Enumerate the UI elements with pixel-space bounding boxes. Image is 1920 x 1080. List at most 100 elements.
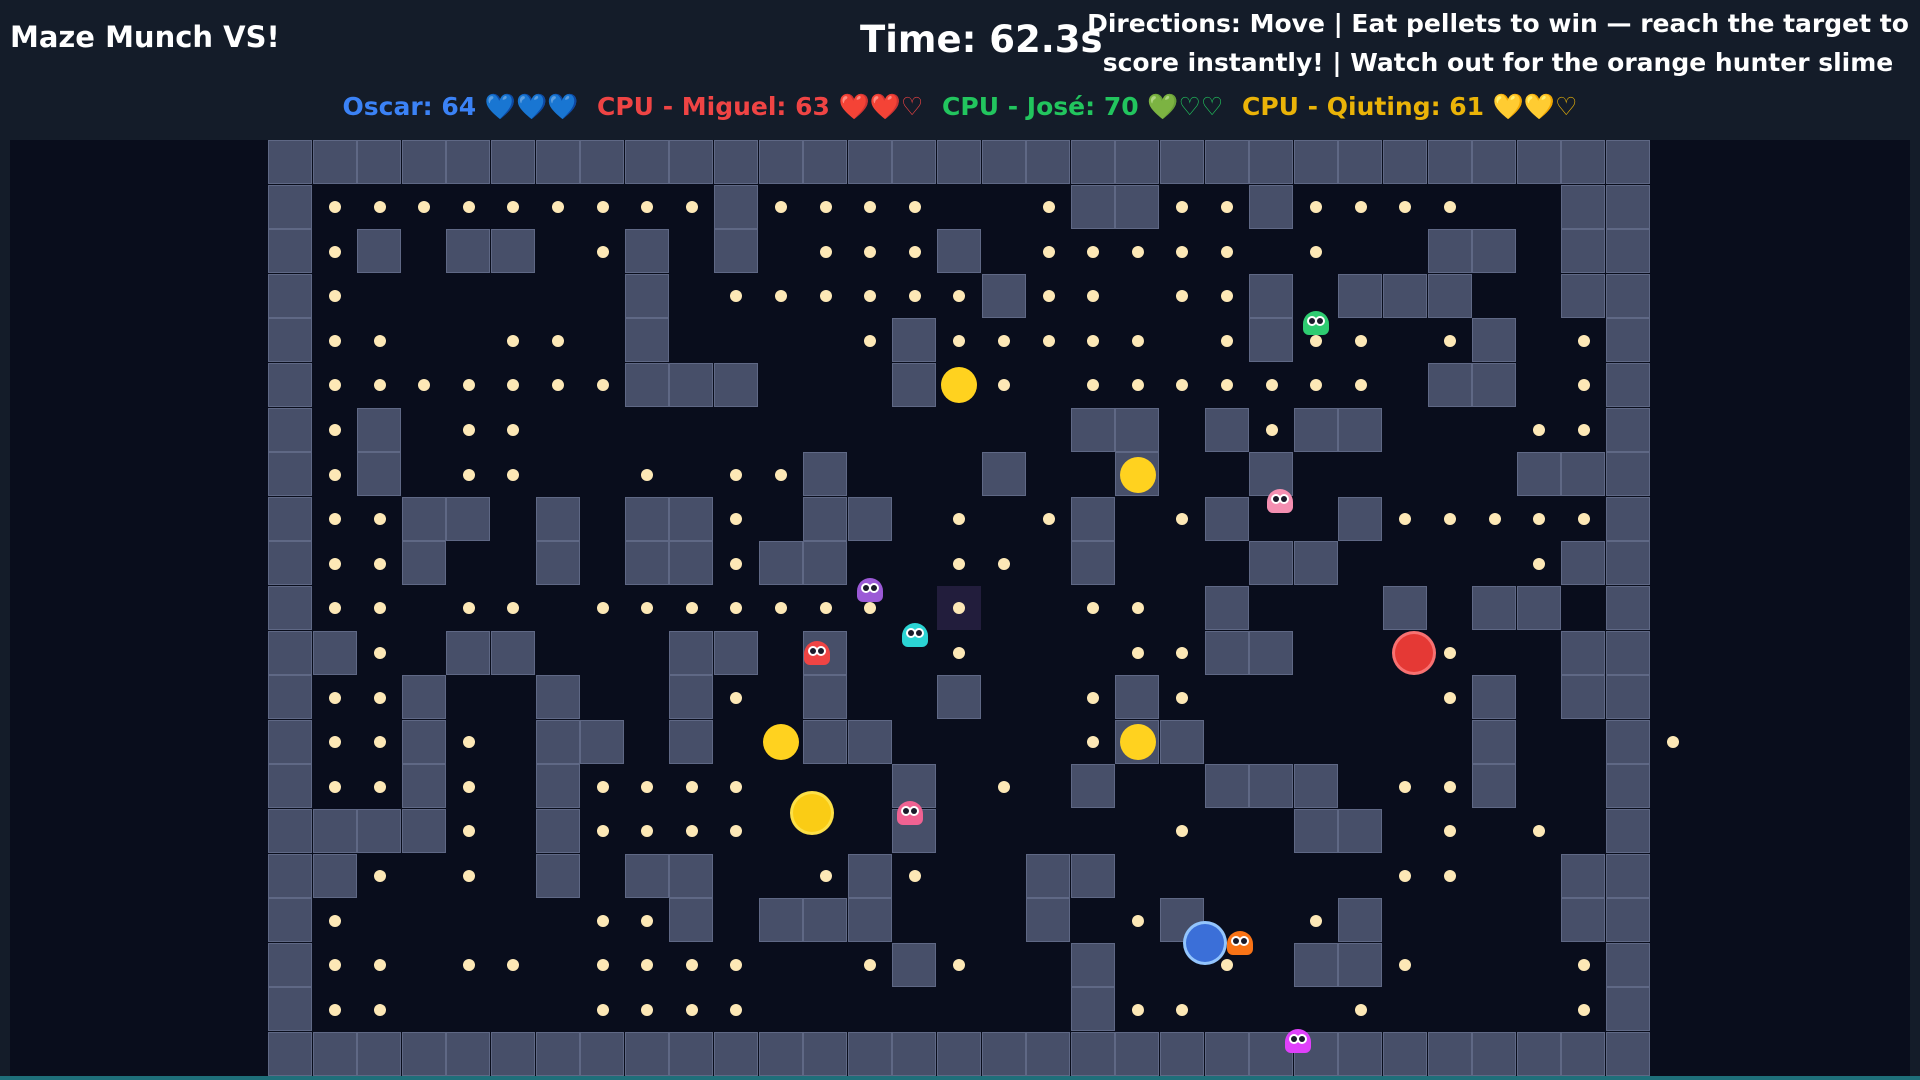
maze-wall xyxy=(401,764,446,809)
pellet xyxy=(596,914,609,927)
pellet xyxy=(819,200,832,213)
maze-wall xyxy=(758,140,803,184)
maze-wall xyxy=(1472,1032,1517,1076)
maze-wall xyxy=(1606,719,1650,764)
maze-wall xyxy=(803,719,848,764)
pellet xyxy=(1577,1003,1590,1016)
pellet xyxy=(1087,691,1100,704)
score-label: CPU - José: 70 xyxy=(942,92,1139,121)
timer: Time: 62.3s xyxy=(860,18,1103,61)
maze-wall xyxy=(1606,987,1650,1032)
maze-wall xyxy=(714,363,758,407)
maze-wall xyxy=(1204,407,1249,452)
maze-wall xyxy=(714,184,758,229)
maze-wall xyxy=(669,1032,714,1076)
pellet xyxy=(730,468,743,481)
directions-line-2: score instantly! | Watch out for the ora… xyxy=(1102,48,1894,77)
pink-slime-icon xyxy=(897,801,924,826)
pellet xyxy=(1310,200,1323,213)
pellet xyxy=(462,602,475,615)
maze-wall xyxy=(446,229,491,274)
maze-wall xyxy=(937,140,981,184)
pellet xyxy=(997,780,1010,793)
pellet xyxy=(1399,513,1412,526)
pellet xyxy=(1310,334,1323,347)
top-bar: Maze Munch VS! Time: 62.3s Directions: M… xyxy=(0,0,1920,136)
pellet xyxy=(1310,914,1323,927)
maze-wall xyxy=(624,273,669,318)
pellet xyxy=(328,691,341,704)
maze-wall xyxy=(847,719,892,764)
pellet xyxy=(328,736,341,749)
maze-wall xyxy=(446,140,491,184)
maze-wall xyxy=(847,140,892,184)
maze-board[interactable] xyxy=(268,140,1679,1076)
pellet xyxy=(328,602,341,615)
maze-wall xyxy=(669,363,714,407)
pellet xyxy=(462,959,475,972)
pellet xyxy=(328,513,341,526)
maze-wall xyxy=(1249,184,1294,229)
maze-wall xyxy=(1606,452,1650,497)
pellet xyxy=(1577,513,1590,526)
power-pellet xyxy=(762,724,799,761)
pink-slime-icon xyxy=(1267,489,1294,514)
maze-wall xyxy=(1606,363,1650,407)
pellet xyxy=(1310,379,1323,392)
maze-wall xyxy=(1606,229,1650,274)
maze-wall xyxy=(268,452,312,497)
pellet xyxy=(1265,379,1278,392)
pellet xyxy=(1399,780,1412,793)
maze-wall xyxy=(1070,407,1115,452)
directions-text: Directions: Move | Eat pellets to win — … xyxy=(1078,4,1918,82)
maze-wall xyxy=(937,229,981,274)
pellet xyxy=(774,468,787,481)
maze-wall xyxy=(1472,764,1517,809)
pellet xyxy=(953,290,966,303)
maze-wall xyxy=(1026,140,1071,184)
maze-wall xyxy=(624,140,669,184)
pellet xyxy=(373,780,386,793)
pellet xyxy=(685,959,698,972)
maze-wall xyxy=(1204,496,1249,541)
maze-wall xyxy=(1516,140,1561,184)
maze-wall xyxy=(580,140,625,184)
maze-wall xyxy=(535,809,580,853)
pellet xyxy=(908,200,921,213)
pellet xyxy=(328,334,341,347)
pellet xyxy=(418,200,431,213)
maze-wall xyxy=(1472,719,1517,764)
maze-wall xyxy=(892,1032,937,1076)
pellet xyxy=(596,825,609,838)
pellet xyxy=(596,379,609,392)
maze-wall xyxy=(1115,407,1160,452)
maze-wall xyxy=(357,140,402,184)
maze-wall xyxy=(847,853,892,898)
maze-wall xyxy=(1338,273,1383,318)
score-cpu-jose: CPU - José: 70 💚♡♡ xyxy=(942,92,1223,122)
maze-wall xyxy=(1249,630,1294,675)
maze-wall xyxy=(981,452,1026,497)
maze-wall xyxy=(491,630,535,675)
maze-wall xyxy=(1472,229,1517,274)
maze-wall xyxy=(1249,541,1294,586)
pellet xyxy=(1131,379,1144,392)
maze-wall xyxy=(624,318,669,363)
maze-wall xyxy=(1070,987,1115,1032)
maze-wall xyxy=(937,1032,981,1076)
orange-hunter-slime-icon xyxy=(1227,930,1254,955)
pellet xyxy=(328,379,341,392)
pellet xyxy=(1443,825,1456,838)
pellet xyxy=(864,200,877,213)
maze-wall xyxy=(1606,496,1650,541)
maze-wall xyxy=(1070,942,1115,987)
maze-wall xyxy=(803,675,848,720)
pellet xyxy=(1577,959,1590,972)
pellet xyxy=(328,1003,341,1016)
maze-wall xyxy=(491,229,535,274)
score-label: CPU - Qiuting: 61 xyxy=(1242,92,1485,121)
maze-wall xyxy=(268,496,312,541)
maze-wall xyxy=(1561,630,1606,675)
pellet xyxy=(819,245,832,258)
pellet xyxy=(1220,200,1233,213)
